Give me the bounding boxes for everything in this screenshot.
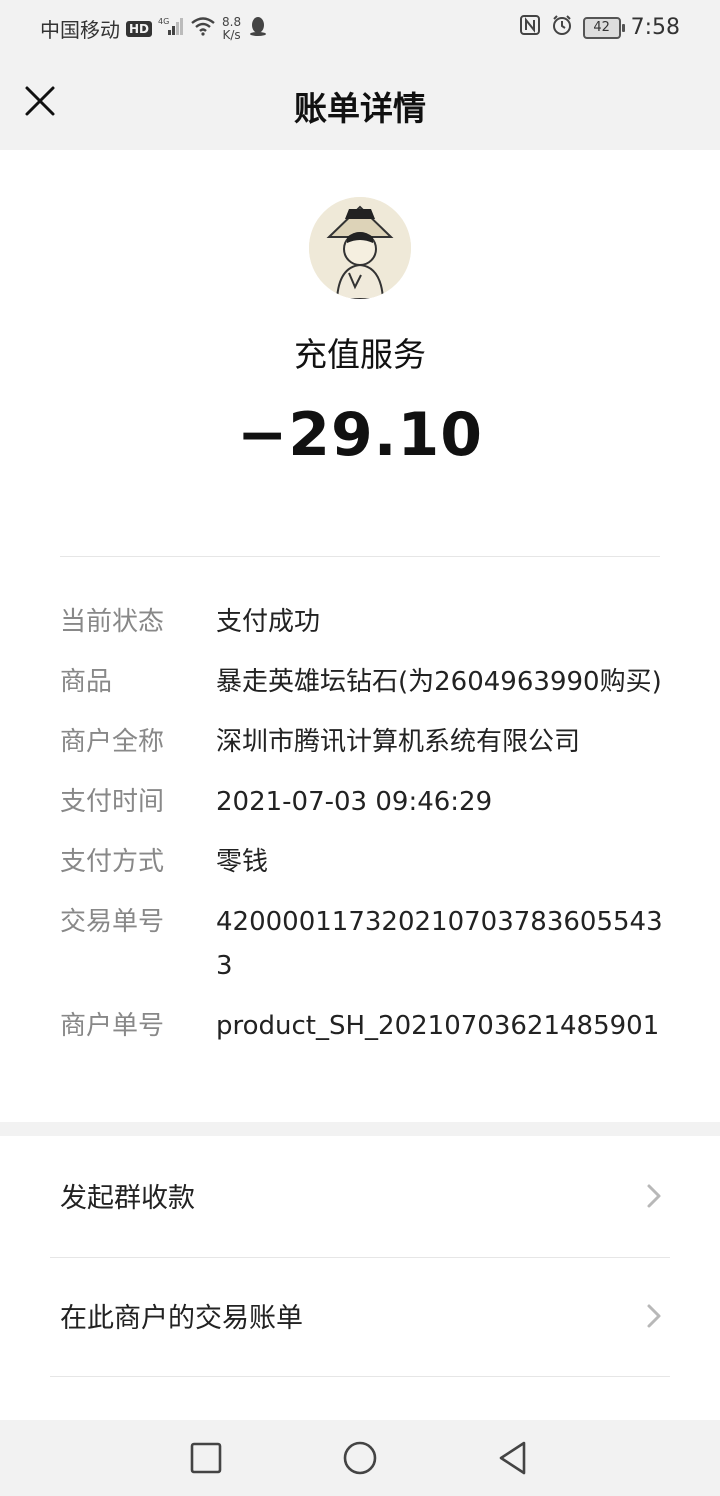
detail-row-merchant: 商户全称 深圳市腾讯计算机系统有限公司 <box>60 720 670 764</box>
nfc-icon <box>519 14 541 41</box>
detail-label: 当前状态 <box>60 607 165 637</box>
section-separator <box>0 1122 720 1136</box>
qq-icon <box>247 15 269 42</box>
app-header: 账单详情 <box>0 56 720 150</box>
chevron-right-icon <box>647 1184 661 1208</box>
status-bar: 中国移动 HD 4G 8.8 K/s 42 7:58 <box>0 0 720 56</box>
square-icon[interactable] <box>186 1438 226 1478</box>
detail-value: 支付成功 <box>216 607 321 637</box>
signal-icon: 4G <box>158 16 184 41</box>
wifi-icon <box>190 16 216 41</box>
detail-value[interactable]: 4200001173202107037836055433 <box>216 900 670 988</box>
detail-label: 商户全称 <box>60 727 165 757</box>
merchant-name: 充值服务 <box>294 335 426 374</box>
detail-row-merchant-order-id: 商户单号 product_SH_20210703621485901 <box>60 1004 670 1048</box>
system-nav-bar <box>0 1420 720 1496</box>
circle-icon[interactable] <box>340 1438 380 1478</box>
carrier-label: 中国移动 <box>40 18 120 42</box>
transaction-amount: −29.10 <box>236 400 484 470</box>
detail-row-transaction-id: 交易单号 4200001173202107037836055433 <box>60 900 670 988</box>
detail-value[interactable]: product_SH_20210703621485901 <box>216 1004 670 1048</box>
hd-badge: HD <box>126 20 153 37</box>
recent-apps-button[interactable] <box>186 1438 226 1478</box>
group-collect-button[interactable]: 发起群收款 <box>0 1138 720 1256</box>
back-button[interactable] <box>494 1438 534 1478</box>
details-list: 当前状态 支付成功 商品 暴走英雄坛钻石(为2604963990购买) 商户全称… <box>60 600 670 1048</box>
alarm-icon <box>551 14 573 41</box>
clock-time: 7:58 <box>630 15 680 40</box>
action-label: 在此商户的交易账单 <box>60 1303 303 1334</box>
home-button[interactable] <box>340 1438 380 1478</box>
detail-label: 商品 <box>60 667 113 697</box>
detail-label: 交易单号 <box>60 907 165 937</box>
action-label: 发起群收款 <box>60 1183 195 1214</box>
back-triangle-icon[interactable] <box>494 1438 534 1478</box>
divider <box>50 1376 670 1377</box>
detail-value: 2021-07-03 09:46:29 <box>216 787 493 817</box>
network-speed: 8.8 K/s <box>222 14 242 42</box>
merchant-avatar <box>309 197 411 299</box>
chevron-right-icon <box>647 1304 661 1328</box>
battery-icon: 42 <box>582 16 625 39</box>
divider <box>60 556 660 557</box>
detail-label: 商户单号 <box>60 1011 165 1041</box>
detail-row-product: 商品 暴走英雄坛钻石(为2604963990购买) <box>60 660 670 704</box>
detail-label: 支付方式 <box>60 847 165 877</box>
detail-value: 暴走英雄坛钻石(为2604963990购买) <box>216 667 662 697</box>
detail-label: 支付时间 <box>60 787 165 817</box>
detail-row-pay-time: 支付时间 2021-07-03 09:46:29 <box>60 780 670 824</box>
network-type: 4G <box>158 17 169 26</box>
page-title: 账单详情 <box>294 89 426 128</box>
detail-value: 深圳市腾讯计算机系统有限公司 <box>216 727 581 757</box>
detail-value: 零钱 <box>216 847 269 877</box>
detail-row-pay-method: 支付方式 零钱 <box>60 840 670 884</box>
detail-row-status: 当前状态 支付成功 <box>60 600 670 644</box>
merchant-bills-button[interactable]: 在此商户的交易账单 <box>0 1258 720 1376</box>
